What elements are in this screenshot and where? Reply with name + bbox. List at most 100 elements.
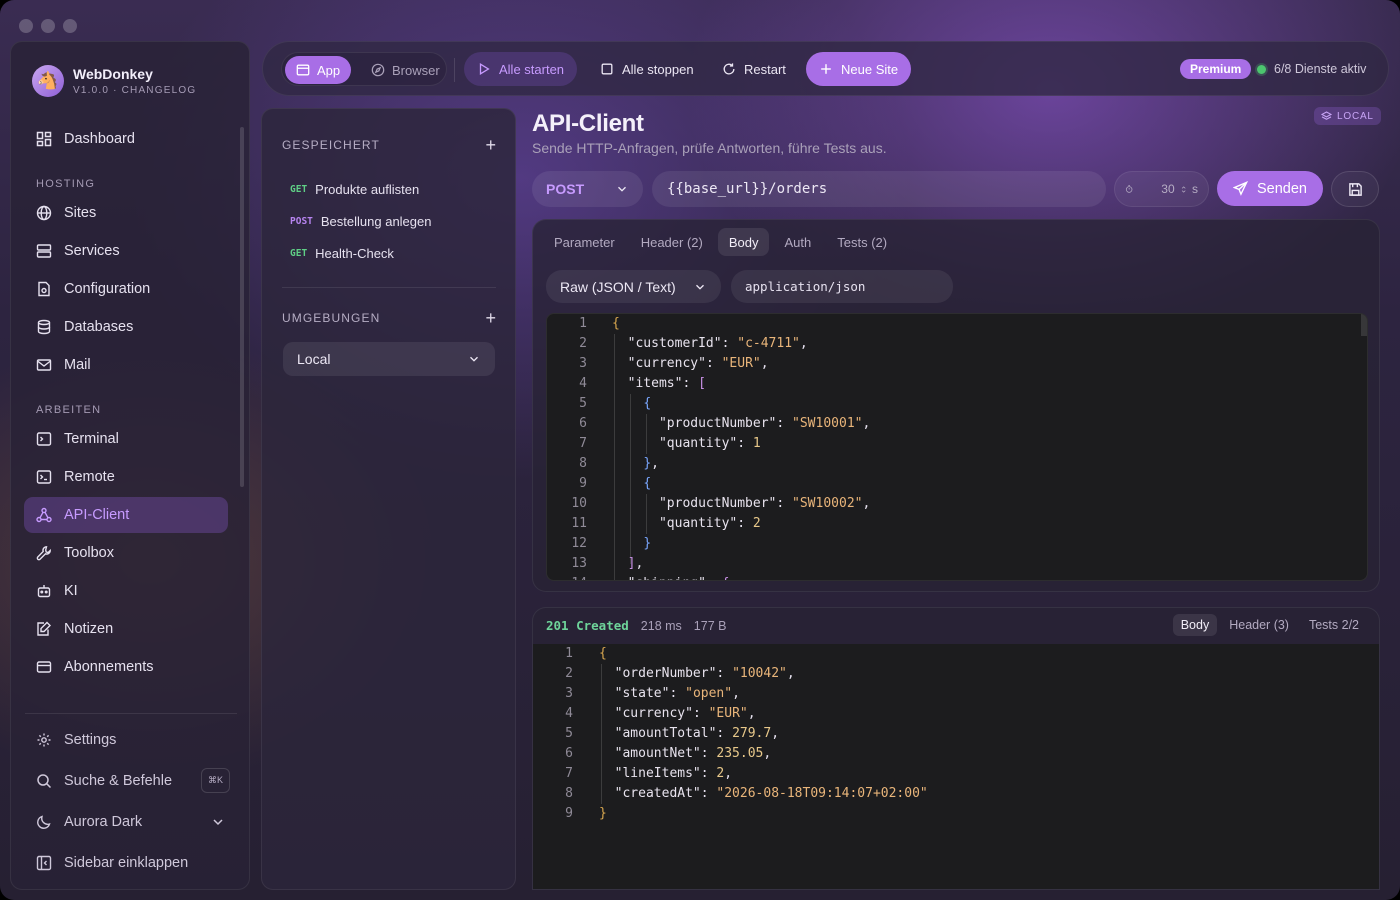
line-number: 13: [571, 556, 587, 571]
sidebar-item-label: Notizen: [64, 621, 114, 637]
sidebar-scrollbar[interactable]: [240, 127, 244, 487]
tab-response-tests[interactable]: Tests 2/2: [1301, 614, 1367, 636]
add-environment-button[interactable]: +: [485, 308, 496, 329]
sidebar-item-toolbox[interactable]: Toolbox: [24, 535, 228, 571]
database-icon: [37, 319, 51, 335]
sidebar-item-abonnements[interactable]: Abonnements: [24, 649, 228, 685]
tab-tests[interactable]: Tests (2): [826, 228, 898, 256]
line-number: 5: [565, 726, 573, 741]
sidebar-item-notizen[interactable]: Notizen: [24, 611, 228, 647]
status-dot-icon: [1257, 64, 1266, 74]
stop-all-button[interactable]: Alle stoppen: [587, 52, 707, 86]
line-number: 6: [579, 416, 587, 431]
new-site-button[interactable]: Neue Site: [806, 52, 912, 86]
sidebar-item-services[interactable]: Services: [24, 233, 228, 269]
search-icon: [37, 773, 52, 788]
search-label: Suche & Befehle: [64, 772, 173, 789]
save-request-button[interactable]: [1331, 171, 1379, 207]
url-input[interactable]: [652, 171, 1106, 207]
start-all-label: Alle starten: [499, 61, 565, 77]
saved-requests-panel: GESPEICHERT + GET Produkte auflisten POS…: [261, 108, 516, 890]
saved-request-item[interactable]: POST Bestellung anlegen: [290, 210, 431, 232]
tab-body[interactable]: Body: [717, 228, 770, 256]
globe-icon: [36, 205, 52, 221]
app-view-button[interactable]: App: [285, 56, 352, 84]
page-subtitle: Sende HTTP-Anfragen, prüfe Antworten, fü…: [532, 140, 887, 156]
environments-title: UMGEBUNGEN: [282, 311, 381, 325]
body-type-select[interactable]: Raw (JSON / Text): [546, 270, 721, 303]
top-toolbar: App Browser Alle starten Alle stoppen Re…: [262, 41, 1389, 96]
tab-header[interactable]: Header (2): [630, 228, 714, 256]
http-method-select[interactable]: POST: [532, 171, 643, 207]
saved-title: GESPEICHERT: [282, 138, 380, 152]
sidebar-item-api-client[interactable]: API-Client: [24, 497, 228, 533]
panel-divider: [282, 287, 496, 288]
brand[interactable]: 🐴 WebDonkey V1.0.0 · CHANGELOG: [32, 65, 196, 97]
saved-request-item[interactable]: GET Health-Check: [290, 242, 394, 264]
saved-request-item[interactable]: GET Produkte auflisten: [290, 178, 419, 200]
sidebar-item-configuration[interactable]: Configuration: [24, 271, 228, 307]
tab-response-body[interactable]: Body: [1172, 614, 1218, 636]
tab-auth[interactable]: Auth: [773, 228, 822, 256]
config-icon: [38, 281, 50, 297]
page-title: API-Client: [532, 110, 644, 137]
view-switcher: App Browser: [281, 52, 447, 86]
response-body-viewer[interactable]: 1 2 3 4 5 6 7 8 9 { "orderNumber": "10042", "sta…: [533, 644, 1379, 889]
sidebar-item-dashboard[interactable]: Dashboard: [24, 121, 228, 157]
response-status-bar: 201 Created 218 ms 177 B: [546, 618, 726, 633]
sidebar-item-mail[interactable]: Mail: [24, 347, 228, 383]
search-commands-button[interactable]: Suche & Befehle ⌘K: [24, 761, 230, 800]
brand-name: WebDonkey: [73, 66, 153, 82]
theme-selector[interactable]: Aurora Dark: [24, 802, 228, 841]
minimize-window-button[interactable]: [41, 19, 55, 33]
collapse-sidebar-button[interactable]: Sidebar einklappen: [24, 843, 228, 882]
premium-badge: Premium: [1180, 59, 1252, 79]
stopwatch-icon: [1125, 185, 1133, 193]
stepper-icon[interactable]: [1181, 183, 1186, 196]
tab-response-header[interactable]: Header (3): [1221, 614, 1297, 636]
restart-label: Restart: [744, 61, 786, 77]
notes-icon: [37, 621, 51, 636]
services-status[interactable]: 6/8 Dienste aktiv: [1257, 59, 1366, 79]
sidebar-item-terminal[interactable]: Terminal: [24, 421, 228, 457]
browser-view-button[interactable]: Browser: [360, 56, 451, 84]
dashboard-icon: [36, 131, 52, 147]
sidebar-item-ki[interactable]: KI: [24, 573, 228, 609]
timeout-field[interactable]: 30 s: [1114, 171, 1209, 207]
services-status-label: 6/8 Dienste aktiv: [1274, 62, 1367, 76]
send-button[interactable]: Senden: [1217, 171, 1323, 206]
request-body-editor[interactable]: 1234567891011121314 { "customerId": "c-4…: [546, 313, 1368, 581]
line-numbers: 1 2 3 4 5 6 7 8 9: [533, 644, 573, 824]
line-number: 4: [579, 376, 587, 391]
content-type-input[interactable]: [731, 270, 953, 303]
start-all-button[interactable]: Alle starten: [464, 52, 578, 86]
compass-icon: [371, 63, 385, 77]
sidebar-item-label: Configuration: [64, 281, 151, 297]
editor-scrollbar[interactable]: [1361, 314, 1367, 336]
response-size: 177 B: [693, 618, 727, 633]
sidebar-item-label: Terminal: [64, 431, 119, 447]
sidebar-item-label: Abonnements: [64, 659, 154, 675]
line-number: 4: [565, 706, 573, 721]
environment-select[interactable]: Local: [283, 342, 495, 376]
settings-button[interactable]: Settings: [24, 720, 228, 759]
sidebar-item-remote[interactable]: Remote: [24, 459, 228, 495]
wrench-icon: [36, 546, 51, 561]
line-number: 7: [565, 766, 573, 781]
sidebar-item-sites[interactable]: Sites: [24, 195, 228, 231]
chevron-down-icon: [470, 356, 478, 362]
zoom-window-button[interactable]: [63, 19, 77, 33]
donkey-logo-icon: 🐴: [32, 65, 64, 97]
sidebar-item-databases[interactable]: Databases: [24, 309, 228, 345]
tab-parameter[interactable]: Parameter: [543, 228, 626, 256]
line-number: 11: [571, 516, 587, 531]
gear-icon: [37, 733, 51, 746]
toolbar-divider: [454, 58, 455, 82]
close-window-button[interactable]: [19, 19, 33, 33]
restart-button[interactable]: Restart: [709, 52, 799, 86]
line-number: 3: [565, 686, 573, 701]
add-request-button[interactable]: +: [485, 135, 496, 156]
line-number: 9: [565, 806, 573, 821]
version-changelog-link[interactable]: V1.0.0 · CHANGELOG: [73, 85, 196, 96]
environment-badge-label: LOCAL: [1337, 110, 1374, 122]
